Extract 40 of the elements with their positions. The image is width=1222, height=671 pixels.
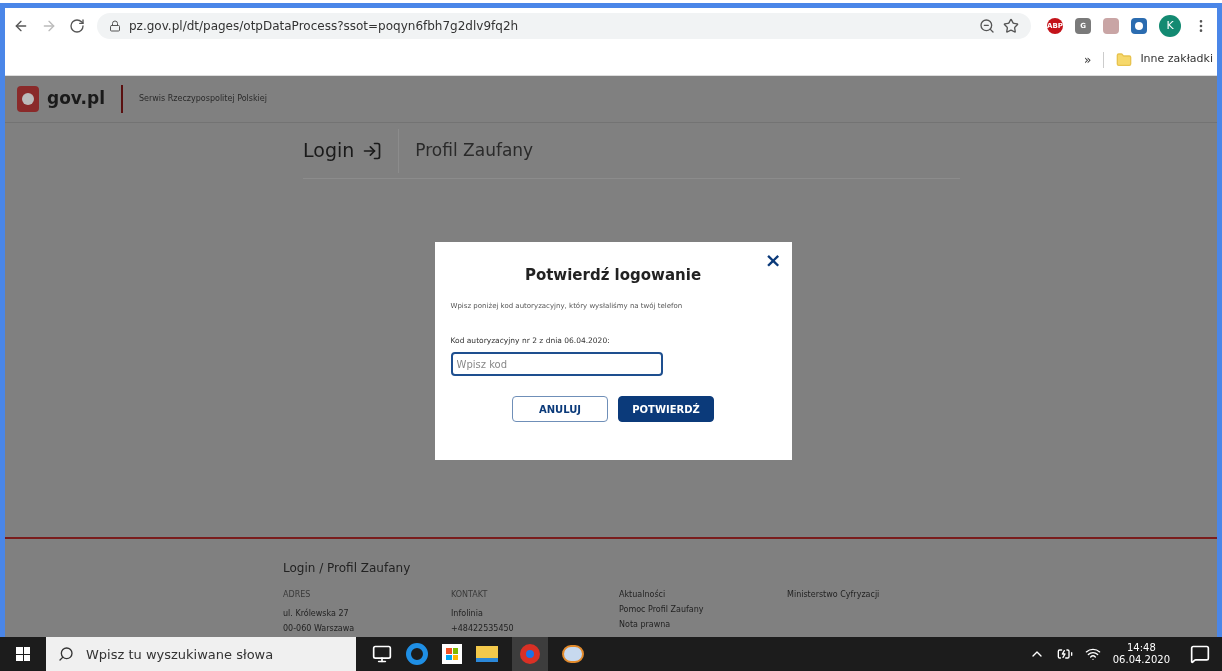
footer-link[interactable]: Aktualności xyxy=(619,589,787,601)
wifi-icon[interactable] xyxy=(1084,646,1101,662)
back-icon[interactable] xyxy=(13,18,29,34)
clock[interactable]: 14:48 06.04.2020 xyxy=(1112,641,1170,667)
address-bar[interactable]: pz.gov.pl/dt/pages/otpDataProcess?ssot=poqyn6fbh7g2dlv9fq2h xyxy=(97,13,1031,39)
lock-icon xyxy=(109,20,121,32)
cancel-button[interactable]: ANULUJ xyxy=(512,396,608,423)
footer-text: ul. Królewska 27 xyxy=(283,608,350,620)
close-button[interactable]: × xyxy=(764,250,782,270)
footer-text: +48422535450 xyxy=(451,623,515,635)
extension-icon[interactable] xyxy=(1131,18,1147,34)
footer-heading: ADRES xyxy=(283,589,312,601)
folder-icon xyxy=(1116,51,1133,68)
site-logo[interactable]: gov.pl xyxy=(47,86,105,112)
footer-text: 00-060 Warszawa xyxy=(283,623,356,635)
footer-heading: KONTAKT xyxy=(451,589,489,601)
confirm-button[interactable]: POTWIERDŹ xyxy=(618,396,714,423)
footer-text: Infolinia xyxy=(451,608,484,620)
search-icon xyxy=(58,646,74,662)
reload-icon[interactable] xyxy=(69,18,85,34)
more-bookmarks-button[interactable]: » xyxy=(1084,50,1092,69)
site-tagline: Serwis Rzeczypospolitej Polskiej xyxy=(139,93,267,105)
footer-title: Login / Profil Zaufany xyxy=(283,560,412,577)
taskbar-search-field[interactable]: Wpisz tu wyszukiwane słowa xyxy=(46,637,356,671)
store-icon[interactable] xyxy=(442,644,462,664)
dialog-title: Potwierdź logowanie xyxy=(524,265,702,286)
profile-avatar[interactable]: K xyxy=(1159,15,1181,37)
page-title: Login xyxy=(303,138,356,164)
login-icon xyxy=(362,140,383,161)
url-text: pz.gov.pl/dt/pages/otpDataProcess?ssot=poqyn6fbh7g2dlv9fq2h xyxy=(129,18,520,35)
zoom-icon[interactable] xyxy=(979,18,995,34)
code-input-field[interactable]: Wpisz kod xyxy=(450,352,663,377)
bookmark-star-icon[interactable] xyxy=(1003,18,1019,34)
bookmark-folder[interactable]: Inne zakładki xyxy=(1116,51,1213,68)
page-subtitle: Profil Zaufany xyxy=(415,138,534,162)
notifications-icon[interactable] xyxy=(1190,644,1210,664)
battery-icon[interactable] xyxy=(1056,646,1073,662)
footer-link[interactable]: Nota prawna xyxy=(619,619,787,631)
footer-link[interactable]: Pomoc Profil Zaufany xyxy=(619,604,787,616)
footer-link[interactable]: Ministerstwo Cyfryzacji xyxy=(787,589,955,601)
